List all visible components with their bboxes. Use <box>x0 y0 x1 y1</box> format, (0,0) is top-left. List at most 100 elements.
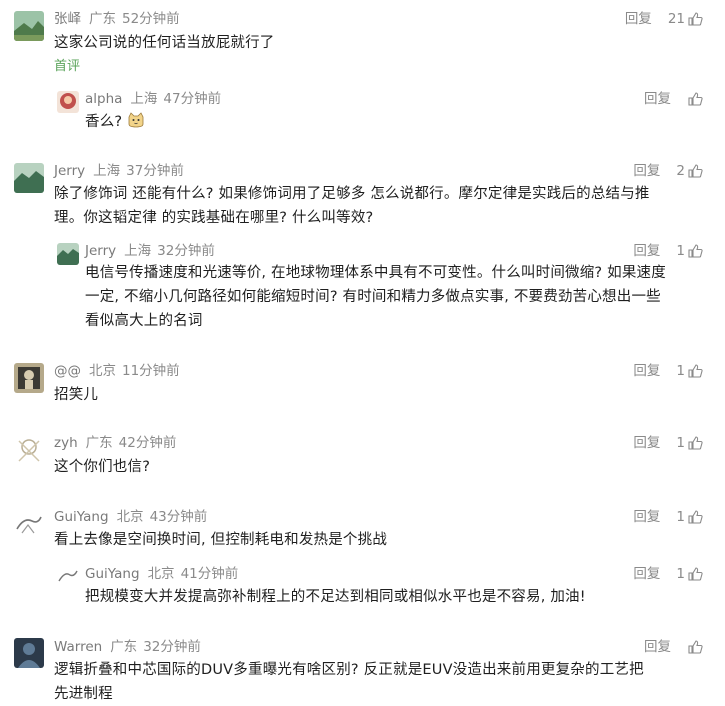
author-name[interactable]: Warren <box>54 639 102 655</box>
like-count: 1 <box>676 509 685 525</box>
like-count: 2 <box>676 163 685 179</box>
author-location: 北京 <box>89 363 116 379</box>
author-location: 北京 <box>147 566 175 582</box>
comment-time: 41分钟前 <box>180 566 239 582</box>
comment-time: 37分钟前 <box>126 163 184 179</box>
like-count: 1 <box>676 435 685 451</box>
comment-time: 32分钟前 <box>143 639 201 655</box>
author-name[interactable]: zyh <box>54 435 78 451</box>
cat-emoji-icon <box>128 112 144 128</box>
reply-item: GuiYang 北京 41分钟前 回复 1 把规模变大并发提高弥补制程上的不足达到相… <box>53 559 711 619</box>
comment-text-line: 除了修饰词 还能有什么? 如果修饰词用了足够多 怎么说都行。摩尔定律是实践后的总… <box>54 186 650 202</box>
thumbs-up-icon[interactable] <box>687 243 703 259</box>
reply-item: Jerry 上海 32分钟前 回复 1 电信号传播速度和光速等价, 在地球物理体系中… <box>53 236 711 336</box>
comment-text-line: 理。你这韬定律 的实践基础在哪里? 什么叫等效? <box>54 210 374 226</box>
like-count: 1 <box>676 243 685 259</box>
thumbs-up-icon[interactable] <box>687 163 703 179</box>
comment-text: 香么? <box>85 110 145 134</box>
reply-button[interactable]: 回复 <box>633 362 660 380</box>
avatar-image-icon <box>57 243 79 265</box>
author-location: 广东 <box>89 11 116 27</box>
avatar-image-icon <box>14 638 44 668</box>
reply-button[interactable]: 回复 <box>644 90 671 108</box>
comment-text: 这家公司说的任何话当放屁就行了 <box>54 35 275 51</box>
avatar[interactable] <box>14 363 44 393</box>
author-name[interactable]: @@ <box>54 363 81 379</box>
comment-meta: Jerry 上海 32分钟前 <box>85 242 215 260</box>
author-name[interactable]: GuiYang <box>54 509 109 525</box>
comment-actions: 回复 1 <box>633 434 703 452</box>
author-location: 北京 <box>116 509 144 525</box>
author-location: 上海 <box>93 163 121 179</box>
comment-time: 47分钟前 <box>163 91 222 107</box>
reply-button[interactable]: 回复 <box>633 508 660 526</box>
comment-text: 这个你们也信? <box>54 459 151 475</box>
comment-actions: 回复 2 <box>633 162 703 180</box>
avatar-image-icon <box>14 509 44 539</box>
avatar[interactable] <box>57 91 79 113</box>
author-name[interactable]: GuiYang <box>85 566 140 582</box>
reply-button[interactable]: 回复 <box>633 565 660 583</box>
comment-actions: 回复 1 <box>633 508 703 526</box>
avatar-image-icon <box>14 363 44 393</box>
comment-text: 逻辑折叠和中芯国际的DUV多重曝光有啥区别? 反正就是EUV没造出来前用更复杂的… <box>54 658 644 706</box>
reply-item: alpha 上海 47分钟前 回复 香么? <box>53 84 711 144</box>
comment-meta: 张峄 广东 52分钟前 <box>54 10 180 28</box>
comment-text: 除了修饰词 还能有什么? 如果修饰词用了足够多 怎么说都行。摩尔定律是实践后的总… <box>54 182 650 230</box>
comment-time: 11分钟前 <box>122 363 180 379</box>
comment-actions: 回复 21 <box>625 10 703 28</box>
author-name[interactable]: 张峄 <box>54 11 81 27</box>
comment-time: 42分钟前 <box>118 435 177 451</box>
comment-meta: Jerry 上海 37分钟前 <box>54 162 184 180</box>
comment-text-line: 逻辑折叠和中芯国际的DUV多重曝光有啥区别? 反正就是EUV没造出来前用更复杂的… <box>54 662 644 678</box>
reply-button[interactable]: 回复 <box>633 162 660 180</box>
reply-button[interactable]: 回复 <box>625 10 652 28</box>
first-comment-badge: 首评 <box>54 59 81 74</box>
comment-actions: 回复 1 <box>633 362 703 380</box>
thumbs-up-icon[interactable] <box>687 566 703 582</box>
reply-button[interactable]: 回复 <box>644 638 671 656</box>
thumbs-up-icon[interactable] <box>687 509 703 525</box>
avatar-image-icon <box>14 435 44 465</box>
author-name[interactable]: Jerry <box>85 243 116 259</box>
avatar-image-icon <box>57 91 79 113</box>
author-name[interactable]: alpha <box>85 91 122 107</box>
thumbs-up-icon[interactable] <box>687 639 703 655</box>
comment-meta: Warren 广东 32分钟前 <box>54 638 201 656</box>
avatar[interactable] <box>14 163 44 193</box>
like-count: 21 <box>667 11 685 27</box>
comment-text-line: 一定, 不缩小几何路径如何能缩短时间? 有时间和精力多做点实事, 不要费劲苦心想… <box>85 289 661 305</box>
comment-text-line: 电信号传播速度和光速等价, 在地球物理体系中具有不可变性。什么叫时间微缩? 如果… <box>85 265 666 281</box>
thumbs-up-icon[interactable] <box>687 91 703 107</box>
like-count: 1 <box>676 363 685 379</box>
comment-actions: 回复 1 <box>633 242 703 260</box>
comment-text-line: 先进制程 <box>54 686 113 702</box>
like-count: 1 <box>676 566 685 582</box>
reply-button[interactable]: 回复 <box>633 242 660 260</box>
comment-time: 32分钟前 <box>157 243 215 259</box>
comment-actions: 回复 <box>644 90 703 108</box>
comment-meta: alpha 上海 47分钟前 <box>85 90 221 108</box>
author-name[interactable]: Jerry <box>54 163 85 179</box>
comment-text: 看上去像是空间换时间, 但控制耗电和发热是个挑战 <box>54 532 388 548</box>
comment-meta: zyh 广东 42分钟前 <box>54 434 176 452</box>
author-location: 广东 <box>110 639 138 655</box>
avatar[interactable] <box>57 243 79 265</box>
avatar[interactable] <box>14 435 44 465</box>
comment-time: 52分钟前 <box>122 11 180 27</box>
reply-button[interactable]: 回复 <box>633 434 660 452</box>
comment-actions: 回复 1 <box>633 565 703 583</box>
comment-text: 电信号传播速度和光速等价, 在地球物理体系中具有不可变性。什么叫时间微缩? 如果… <box>85 261 666 333</box>
comment-meta: @@ 北京 11分钟前 <box>54 362 180 380</box>
author-location: 上海 <box>130 91 158 107</box>
avatar[interactable] <box>14 638 44 668</box>
comment-actions: 回复 <box>644 638 703 656</box>
thumbs-up-icon[interactable] <box>687 11 703 27</box>
avatar[interactable] <box>14 509 44 539</box>
avatar[interactable] <box>14 11 44 41</box>
thumbs-up-icon[interactable] <box>687 363 703 379</box>
comment-text-content: 香么? <box>85 114 123 130</box>
avatar[interactable] <box>57 566 79 588</box>
comment-text-line: 看似高大上的名词 <box>85 313 203 329</box>
thumbs-up-icon[interactable] <box>687 435 703 451</box>
